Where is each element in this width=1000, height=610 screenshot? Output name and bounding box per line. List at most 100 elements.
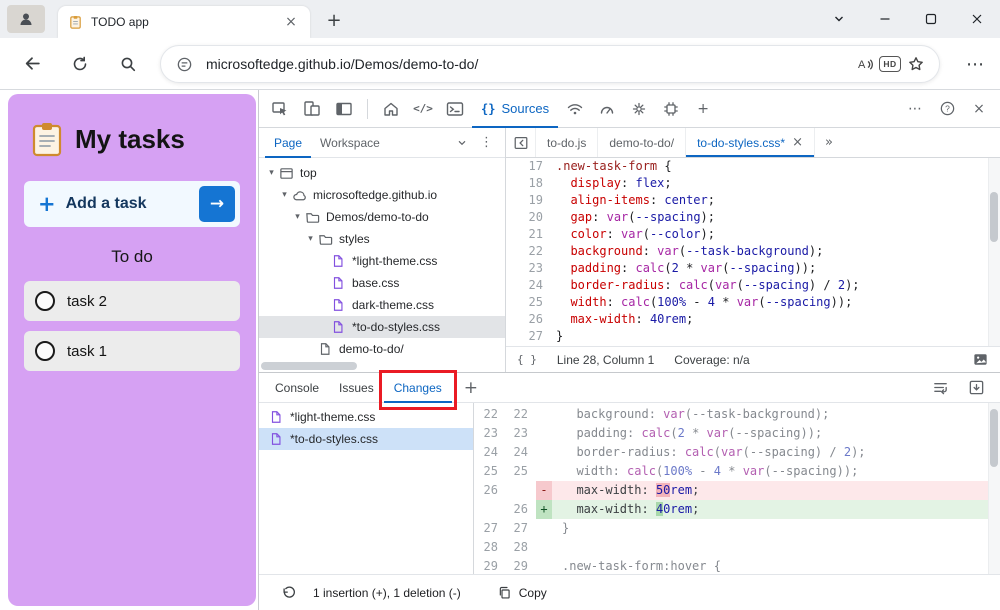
tree-item[interactable]: ▾microsoftedge.github.io (259, 184, 505, 206)
changes-file-item[interactable]: *light-theme.css (259, 406, 473, 428)
line-number[interactable]: 18 (506, 175, 556, 192)
tree-item[interactable]: ▾styles (259, 228, 505, 250)
tree-item[interactable]: ▾top (259, 162, 505, 184)
network-tab-icon[interactable] (560, 93, 590, 125)
tree-item[interactable]: base.css (259, 272, 505, 294)
application-tab-icon[interactable] (624, 93, 654, 125)
drawer-tab-console[interactable]: Console (265, 373, 329, 403)
minimize-button[interactable] (862, 0, 908, 38)
tree-item[interactable]: demo-to-do/ (259, 338, 505, 360)
refresh-icon[interactable] (64, 48, 96, 80)
browser-tab[interactable]: TODO app × (58, 6, 310, 38)
editor-scrollbar[interactable] (988, 158, 1000, 346)
task-item[interactable]: task 2 (24, 281, 240, 321)
inspect-icon[interactable] (265, 93, 295, 125)
editor-tab[interactable]: demo-to-do/ (598, 128, 686, 157)
line-number[interactable]: 17 (506, 158, 556, 175)
line-number[interactable]: 25 (506, 294, 556, 311)
folder-icon (317, 232, 333, 247)
task-checkbox[interactable] (35, 291, 55, 311)
tree-item[interactable]: dark-theme.css (259, 294, 505, 316)
pretty-print-icon[interactable]: { } (517, 353, 537, 366)
tab-page[interactable]: Page (265, 128, 311, 158)
editor-tab[interactable]: to-do.js (536, 128, 598, 157)
diff-old-line-number: 26 (474, 481, 498, 500)
tab-actions-chevron-icon[interactable] (816, 0, 862, 38)
diff-scrollbar[interactable] (988, 403, 1000, 574)
profile-avatar[interactable] (7, 5, 45, 33)
tab-workspace[interactable]: Workspace (311, 128, 389, 158)
revert-icon[interactable] (275, 579, 303, 607)
tree-item-label: dark-theme.css (352, 298, 434, 312)
performance-tab-icon[interactable] (592, 93, 622, 125)
home-tab-icon[interactable] (376, 93, 406, 125)
navigator-horizontal-scrollbar[interactable] (261, 362, 503, 370)
editor-tab[interactable]: to-do-styles.css*× (686, 128, 815, 157)
navigator-more-icon[interactable]: ⋮ (474, 135, 499, 150)
changes-file-label: *to-do-styles.css (290, 432, 378, 446)
expander-icon[interactable]: ▾ (291, 212, 304, 222)
line-number[interactable]: 22 (506, 243, 556, 260)
drawer-tab-changes[interactable]: Changes (384, 373, 452, 403)
task-item[interactable]: task 1 (24, 331, 240, 371)
devtools-more-options-icon[interactable]: ⋯ (900, 93, 930, 125)
show-navigator-icon[interactable] (506, 128, 536, 157)
file-tree: ▾top▾microsoftedge.github.io▾Demos/demo-… (259, 158, 505, 372)
close-window-button[interactable] (954, 0, 1000, 38)
read-aloud-icon[interactable]: A (851, 51, 877, 77)
copy-button[interactable]: Copy (497, 585, 547, 600)
line-number[interactable]: 19 (506, 192, 556, 209)
task-checkbox[interactable] (35, 341, 55, 361)
expander-icon[interactable]: ▾ (278, 190, 291, 200)
tab-close-icon[interactable]: × (282, 13, 300, 31)
drawer-tab-issues[interactable]: Issues (329, 373, 384, 403)
scrollbar-thumb[interactable] (990, 409, 998, 467)
close-icon[interactable]: × (792, 135, 803, 150)
changes-file-item[interactable]: *to-do-styles.css (259, 428, 473, 450)
line-number[interactable]: 26 (506, 311, 556, 328)
back-icon[interactable] (16, 48, 48, 80)
line-number[interactable]: 21 (506, 226, 556, 243)
settings-more-icon[interactable]: ⋯ (960, 52, 990, 76)
add-task-button[interactable]: + Add a task → (24, 181, 240, 227)
favorites-star-icon[interactable] (903, 51, 929, 77)
line-number[interactable]: 23 (506, 260, 556, 277)
maximize-button[interactable] (908, 0, 954, 38)
sources-tab-label: Sources (501, 101, 549, 116)
sidebar-layout-icon[interactable] (329, 93, 359, 125)
device-emulation-icon[interactable] (297, 93, 327, 125)
tree-item[interactable]: *to-do-styles.css (259, 316, 505, 338)
site-info-icon[interactable] (171, 51, 197, 77)
image-icon[interactable] (972, 351, 989, 368)
diff-old-line-number (474, 500, 498, 519)
devtools-help-icon[interactable]: ? (932, 93, 962, 125)
expander-icon[interactable]: ▾ (265, 168, 278, 178)
line-number[interactable]: 24 (506, 277, 556, 294)
tree-item[interactable]: ▾Demos/demo-to-do (259, 206, 505, 228)
tree-item[interactable]: *light-theme.css (259, 250, 505, 272)
memory-tab-icon[interactable] (656, 93, 686, 125)
devtools-close-icon[interactable]: × (964, 93, 994, 125)
scrollbar-thumb[interactable] (990, 192, 998, 242)
code-editor[interactable]: 17.new-task-form {18 display: flex;19 al… (506, 158, 1000, 346)
url-bar[interactable]: microsoftedge.github.io/Demos/demo-to-do… (160, 45, 940, 83)
tab-overflow-icon[interactable]: » (815, 128, 843, 157)
tab-sources[interactable]: {} Sources (472, 90, 558, 128)
hd-icon[interactable]: HD (877, 51, 903, 77)
chevron-down-icon[interactable] (450, 137, 474, 149)
submit-task-button[interactable]: → (199, 186, 235, 222)
scrollbar-thumb[interactable] (261, 362, 357, 370)
dock-drawer-icon[interactable] (962, 374, 990, 402)
svg-text:A: A (858, 59, 866, 71)
add-drawer-tab-button[interactable]: + (464, 378, 478, 398)
search-icon[interactable] (112, 48, 144, 80)
console-tab-icon[interactable] (440, 93, 470, 125)
line-number[interactable]: 20 (506, 209, 556, 226)
new-tab-button[interactable]: + (320, 6, 348, 34)
more-panels-button[interactable]: + (688, 93, 718, 125)
expander-icon[interactable]: ▾ (304, 234, 317, 244)
line-number[interactable]: 27 (506, 328, 556, 345)
line-wrap-icon[interactable] (926, 374, 954, 402)
diff-new-line-number: 22 (504, 405, 528, 424)
elements-tab-icon[interactable]: </> (408, 93, 438, 125)
